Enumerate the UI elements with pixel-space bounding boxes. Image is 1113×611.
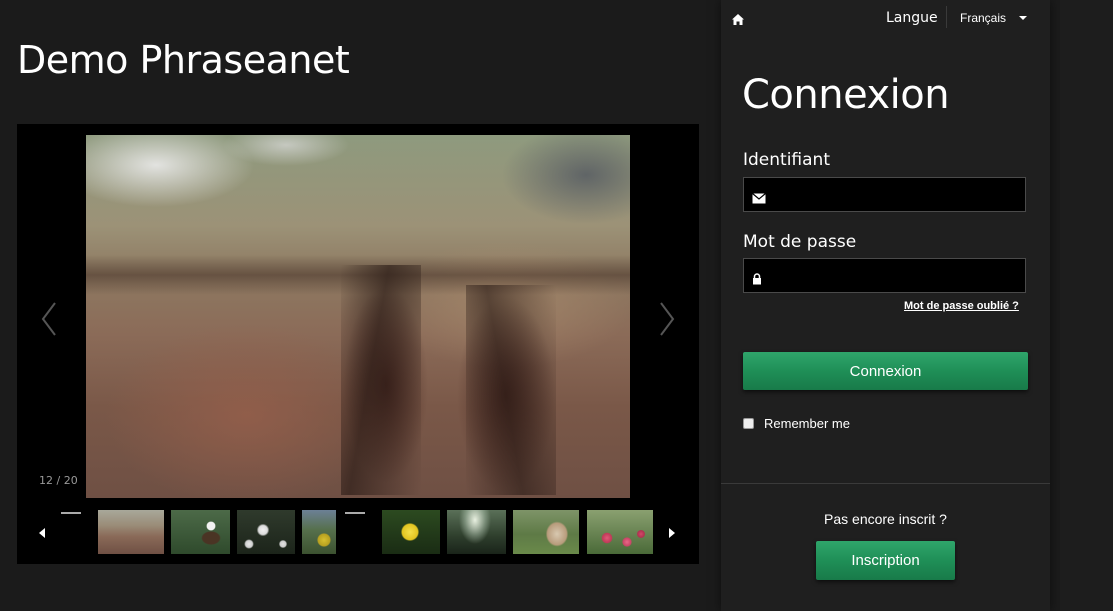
thumbnail-yellow-flower[interactable]: [382, 510, 440, 554]
remember-me-checkbox[interactable]: [743, 418, 754, 429]
password-field[interactable]: [743, 258, 1026, 294]
caret-left-icon: [39, 528, 45, 538]
envelope-icon: [752, 189, 766, 208]
username-field[interactable]: [743, 177, 1026, 213]
divider: [946, 6, 947, 28]
thumbnail-eagle[interactable]: [171, 510, 230, 554]
language-label: Langue: [886, 10, 938, 26]
main-image[interactable]: [86, 135, 630, 498]
thumbnail-strip: [17, 508, 699, 558]
thumbnail-horse[interactable]: [513, 510, 579, 554]
thumbnail-next-button[interactable]: [667, 525, 677, 539]
thumbnail-partial[interactable]: [302, 510, 336, 554]
signup-prompt: Pas encore inscrit ?: [824, 511, 947, 527]
remember-me-label[interactable]: Remember me: [764, 416, 850, 431]
caret-down-icon[interactable]: [1019, 16, 1027, 20]
lock-icon: [752, 270, 762, 289]
signup-button[interactable]: Inscription: [816, 541, 955, 580]
login-button[interactable]: Connexion: [743, 352, 1028, 390]
carousel-prev-button[interactable]: [37, 299, 61, 339]
thumbnail-prev-button[interactable]: [37, 525, 47, 539]
background-strip: [1060, 0, 1113, 611]
chevron-right-icon: [660, 302, 675, 336]
language-dropdown[interactable]: Français: [960, 11, 1006, 25]
username-input[interactable]: [774, 178, 1023, 213]
chevron-left-icon: [41, 302, 56, 336]
thumbnail-forest-sunbeams[interactable]: [447, 510, 506, 554]
login-title: Connexion: [742, 72, 950, 118]
carousel-next-button[interactable]: [655, 299, 679, 339]
password-input[interactable]: [774, 259, 1023, 294]
slide-counter: 12 / 20: [39, 474, 78, 487]
login-panel: Langue Français Connexion Identifiant Mo…: [721, 0, 1050, 611]
home-icon[interactable]: [731, 11, 745, 25]
page-title: Demo Phraseanet: [17, 38, 350, 82]
password-label: Mot de passe: [743, 232, 857, 252]
forgot-password-link[interactable]: Mot de passe oublié ?: [904, 300, 1019, 312]
thumbnail-canyon[interactable]: [98, 510, 164, 554]
username-label: Identifiant: [743, 150, 830, 170]
caret-right-icon: [669, 528, 675, 538]
remember-me: Remember me: [743, 416, 850, 431]
image-carousel: 12 / 20: [17, 124, 699, 564]
thumbnail-white-flowers[interactable]: [237, 510, 295, 554]
divider: [721, 483, 1050, 484]
thumbnail-pink-flowers[interactable]: [587, 510, 653, 554]
